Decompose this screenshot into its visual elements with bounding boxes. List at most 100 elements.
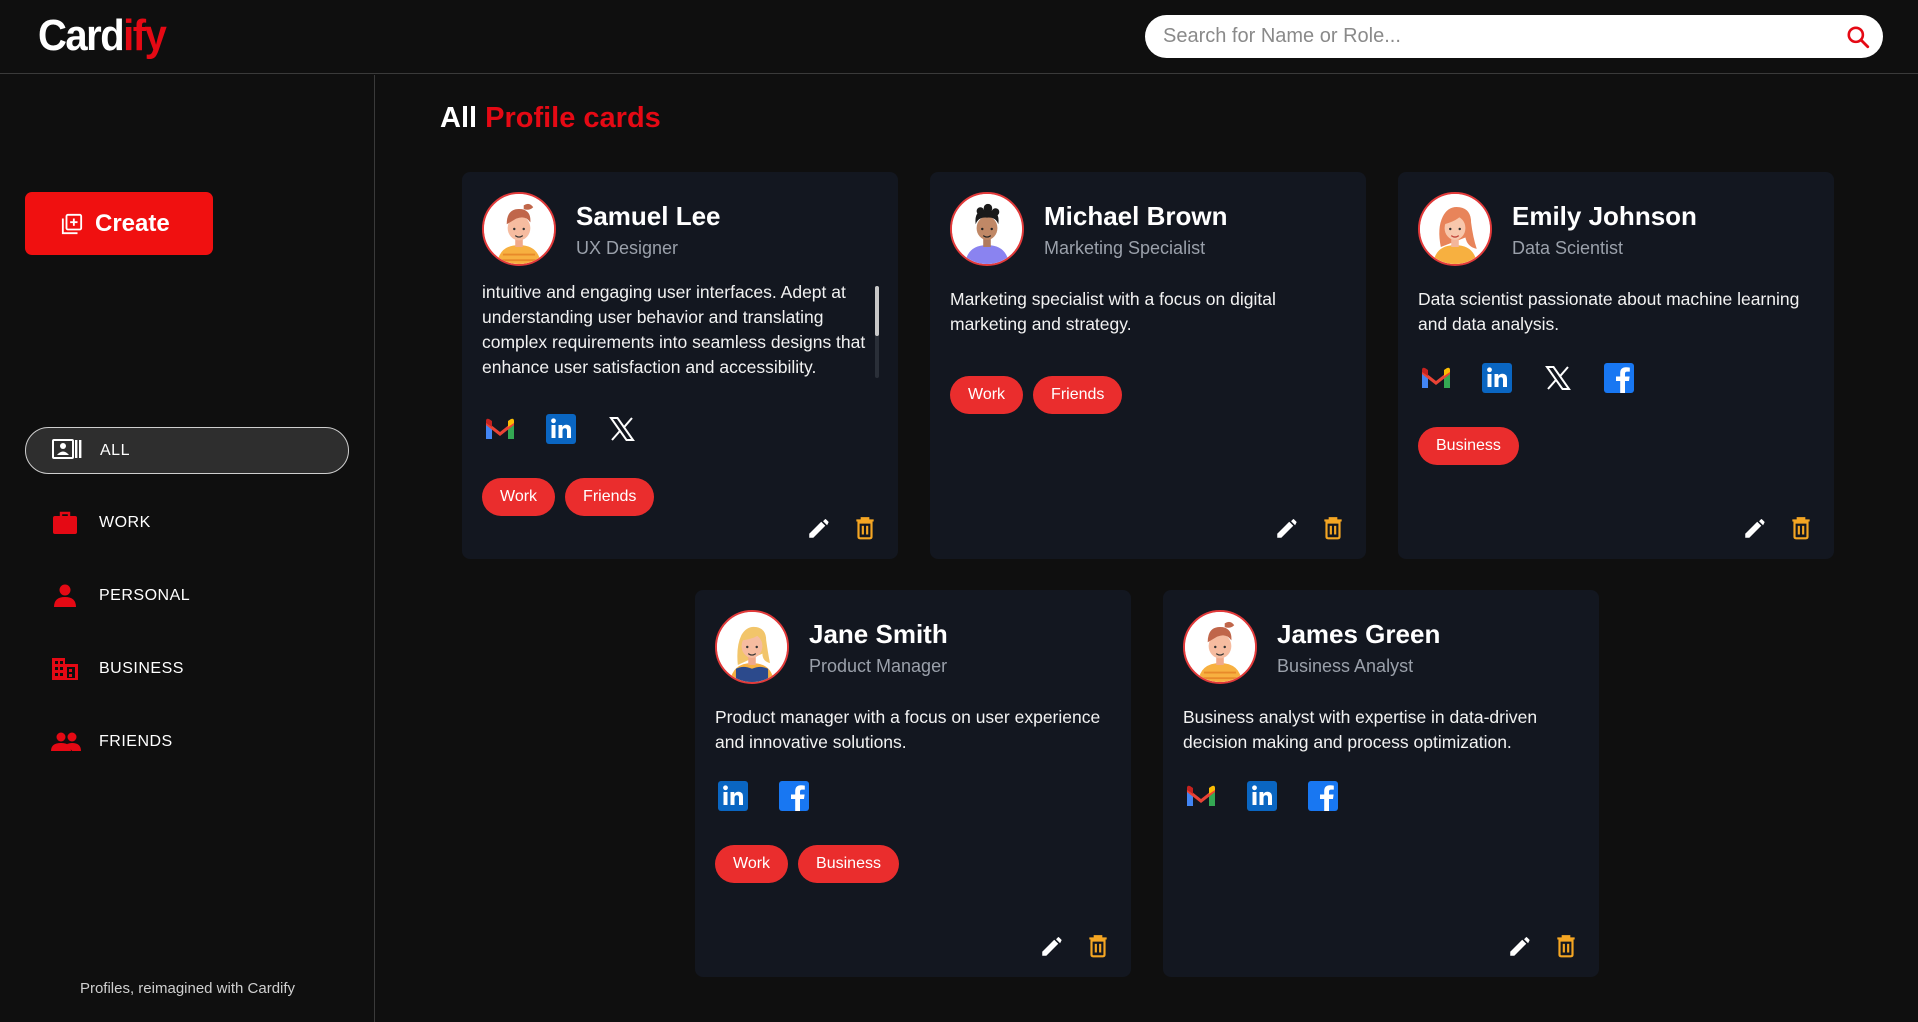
linkedin-link[interactable]	[543, 411, 579, 447]
edit-icon[interactable]	[1742, 515, 1768, 541]
linkedin-link[interactable]	[715, 778, 751, 814]
facebook-icon	[779, 781, 809, 811]
sidebar-item-label: FRIENDS	[99, 733, 173, 750]
card-tags: Business	[1418, 427, 1529, 465]
tag-friends[interactable]: Friends	[565, 478, 655, 516]
description-scrollbar[interactable]	[875, 286, 879, 378]
linkedin-icon	[546, 414, 576, 444]
card-role: Marketing Specialist	[1044, 238, 1206, 258]
sidebar-item-label: PERSONAL	[99, 587, 191, 604]
card-tags: Work Friends	[950, 376, 1132, 414]
gmail-link[interactable]	[1418, 360, 1454, 396]
sidebar-item-label: BUSINESS	[99, 660, 184, 677]
card-description: Data scientist passionate about machine …	[1418, 289, 1800, 334]
delete-icon[interactable]	[1788, 515, 1814, 541]
sidebar-item-all[interactable]: ALL	[25, 427, 349, 474]
tag-work[interactable]: Work	[715, 845, 789, 883]
delete-icon[interactable]	[1085, 933, 1111, 959]
cardify-logo[interactable]: Cardify	[38, 12, 167, 61]
delete-icon[interactable]	[1320, 515, 1346, 541]
x-link[interactable]	[1540, 360, 1576, 396]
tag-work[interactable]: Work	[950, 376, 1024, 414]
gmail-icon	[1187, 785, 1215, 806]
x-icon	[1545, 366, 1571, 390]
card-name: James Green	[1277, 619, 1441, 649]
delete-icon[interactable]	[852, 515, 878, 541]
sidebar-item-work[interactable]: WORK	[25, 500, 349, 547]
edit-icon[interactable]	[806, 515, 832, 541]
create-button[interactable]: Create	[25, 192, 213, 255]
gmail-icon	[1422, 367, 1450, 388]
building-icon	[52, 658, 78, 680]
edit-icon[interactable]	[1039, 933, 1065, 959]
card-description: Marketing specialist with a focus on dig…	[950, 289, 1276, 334]
card-description: Product manager with a focus on user exp…	[715, 707, 1101, 752]
avatar	[1183, 610, 1257, 684]
social-links	[715, 778, 837, 814]
logo-text-white: Card	[38, 12, 125, 60]
card-actions	[1019, 933, 1111, 959]
profile-card: Samuel Lee UX Designer Creative UX desig…	[462, 172, 898, 559]
tag-business[interactable]: Business	[1418, 427, 1519, 465]
card-name: Michael Brown	[1044, 201, 1228, 231]
card-tags: Work Friends	[482, 478, 664, 516]
social-links	[482, 411, 665, 447]
sidebar-item-personal[interactable]: PERSONAL	[25, 573, 349, 620]
facebook-link[interactable]	[776, 778, 812, 814]
sidebar-item-friends[interactable]: FRIENDS	[25, 719, 349, 766]
card-name: Samuel Lee	[576, 201, 721, 231]
linkedin-icon	[1247, 781, 1277, 811]
avatar	[1418, 192, 1492, 266]
gmail-icon	[486, 418, 514, 439]
edit-icon[interactable]	[1507, 933, 1533, 959]
linkedin-icon	[1482, 363, 1512, 393]
card-actions	[1487, 933, 1579, 959]
page-title-highlight: Profile cards	[485, 102, 661, 134]
delete-icon[interactable]	[1553, 933, 1579, 959]
sidebar: Create ALL WORK PERSONAL BUSINESS FRIEND…	[0, 75, 375, 1022]
logo-text-red: ify	[123, 12, 167, 60]
scrollbar-thumb[interactable]	[875, 286, 879, 336]
search-icon[interactable]	[1845, 24, 1871, 50]
card-actions	[786, 515, 878, 541]
sidebar-footer: Profiles, reimagined with Cardify	[79, 980, 296, 997]
facebook-link[interactable]	[1305, 778, 1341, 814]
linkedin-link[interactable]	[1244, 778, 1280, 814]
tag-business[interactable]: Business	[798, 845, 899, 883]
linkedin-link[interactable]	[1479, 360, 1515, 396]
tag-friends[interactable]: Friends	[1033, 376, 1123, 414]
card-actions	[1722, 515, 1814, 541]
card-role: Business Analyst	[1277, 656, 1414, 676]
facebook-icon	[1308, 781, 1338, 811]
avatar	[482, 192, 556, 266]
search-bar	[1145, 15, 1883, 58]
x-link[interactable]	[604, 411, 640, 447]
sidebar-item-label: WORK	[99, 514, 151, 531]
tag-work[interactable]: Work	[482, 478, 556, 516]
page-title: All Profile cards	[440, 102, 661, 135]
sidebar-item-label: ALL	[100, 442, 130, 459]
card-name: Jane Smith	[809, 619, 948, 649]
profile-card: Michael Brown Marketing Specialist Marke…	[930, 172, 1366, 559]
facebook-link[interactable]	[1601, 360, 1637, 396]
facebook-icon	[1604, 363, 1634, 393]
people-icon	[51, 732, 81, 751]
linkedin-icon	[718, 781, 748, 811]
card-description: Business analyst with expertise in data-…	[1183, 707, 1538, 752]
x-icon	[609, 417, 635, 441]
card-description[interactable]: Creative UX designer with a passion for …	[482, 280, 872, 380]
gmail-link[interactable]	[1183, 778, 1219, 814]
contacts-icon	[52, 439, 82, 459]
briefcase-icon	[53, 511, 77, 534]
top-header: Cardify	[0, 0, 1918, 74]
card-description-text: Creative UX designer with a passion for …	[482, 282, 866, 377]
search-input[interactable]	[1163, 15, 1803, 58]
edit-icon[interactable]	[1274, 515, 1300, 541]
card-tags: Work Business	[715, 845, 909, 883]
add-box-icon	[61, 213, 83, 234]
profile-card: Emily Johnson Data Scientist Data scient…	[1398, 172, 1834, 559]
sidebar-item-business[interactable]: BUSINESS	[25, 646, 349, 693]
page-title-prefix: All	[440, 102, 478, 134]
gmail-link[interactable]	[482, 411, 518, 447]
profile-card: James Green Business Analyst Business an…	[1163, 590, 1599, 977]
